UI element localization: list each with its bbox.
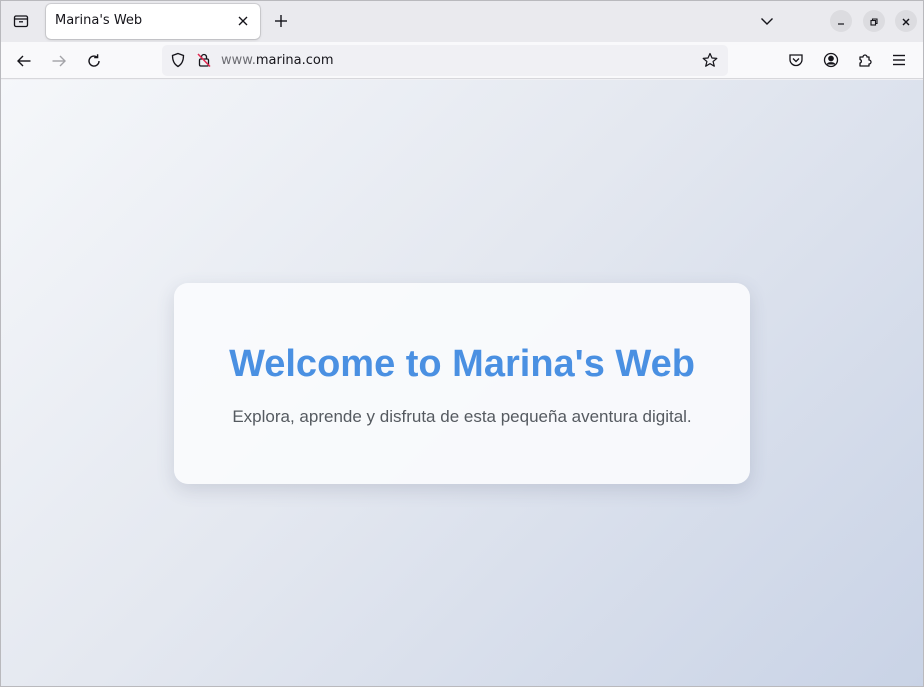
extensions-button[interactable] [851,46,879,74]
arrow-right-icon [51,53,67,69]
connection-info-button[interactable] [192,48,216,72]
tab-list-icon [13,13,29,29]
shield-icon [170,52,186,68]
minimize-button[interactable] [830,10,852,32]
back-button[interactable] [9,46,39,76]
reload-icon [86,53,102,69]
welcome-card: Welcome to Marina's Web Explora, aprende… [174,283,750,484]
navigation-toolbar: www.marina.com [1,42,923,79]
star-icon [702,52,718,68]
close-tab-button[interactable] [232,10,254,32]
forward-button[interactable] [44,46,74,76]
account-button[interactable] [817,46,845,74]
list-all-tabs-button[interactable] [753,7,781,35]
new-tab-button[interactable] [267,7,295,35]
url-domain: marina.com [255,53,334,68]
plus-icon [274,14,288,28]
url-prefix: www. [221,53,256,68]
insecure-lock-icon [196,52,212,68]
bookmark-button[interactable] [698,48,722,72]
maximize-button[interactable] [863,10,885,32]
tab-title: Marina's Web [55,13,143,28]
account-icon [823,52,839,68]
close-window-button[interactable] [895,10,917,32]
restore-icon [869,12,879,31]
arrow-left-icon [16,53,32,69]
tab-strip: Marina's Web [1,1,923,42]
tab-list-button[interactable] [7,7,35,35]
hamburger-menu-icon [891,52,907,68]
pocket-icon [788,52,804,68]
app-menu-button[interactable] [885,46,913,74]
minimize-icon [836,12,846,31]
tracking-protection-button[interactable] [166,48,190,72]
page-heading: Welcome to Marina's Web [229,343,695,385]
pocket-button[interactable] [782,46,810,74]
page-content: Welcome to Marina's Web Explora, aprende… [1,80,923,686]
close-icon [237,15,249,27]
tab-active[interactable]: Marina's Web [46,4,260,39]
reload-button[interactable] [79,46,109,76]
url-text[interactable]: www.marina.com [221,53,334,68]
puzzle-icon [857,52,873,68]
address-bar[interactable]: www.marina.com [162,45,728,76]
chevron-down-icon [760,14,774,28]
close-icon [901,12,911,31]
page-tagline: Explora, aprende y disfruta de esta pequ… [232,407,692,426]
browser-window: Marina's Web www.marina.com Welcome to M… [0,0,924,687]
